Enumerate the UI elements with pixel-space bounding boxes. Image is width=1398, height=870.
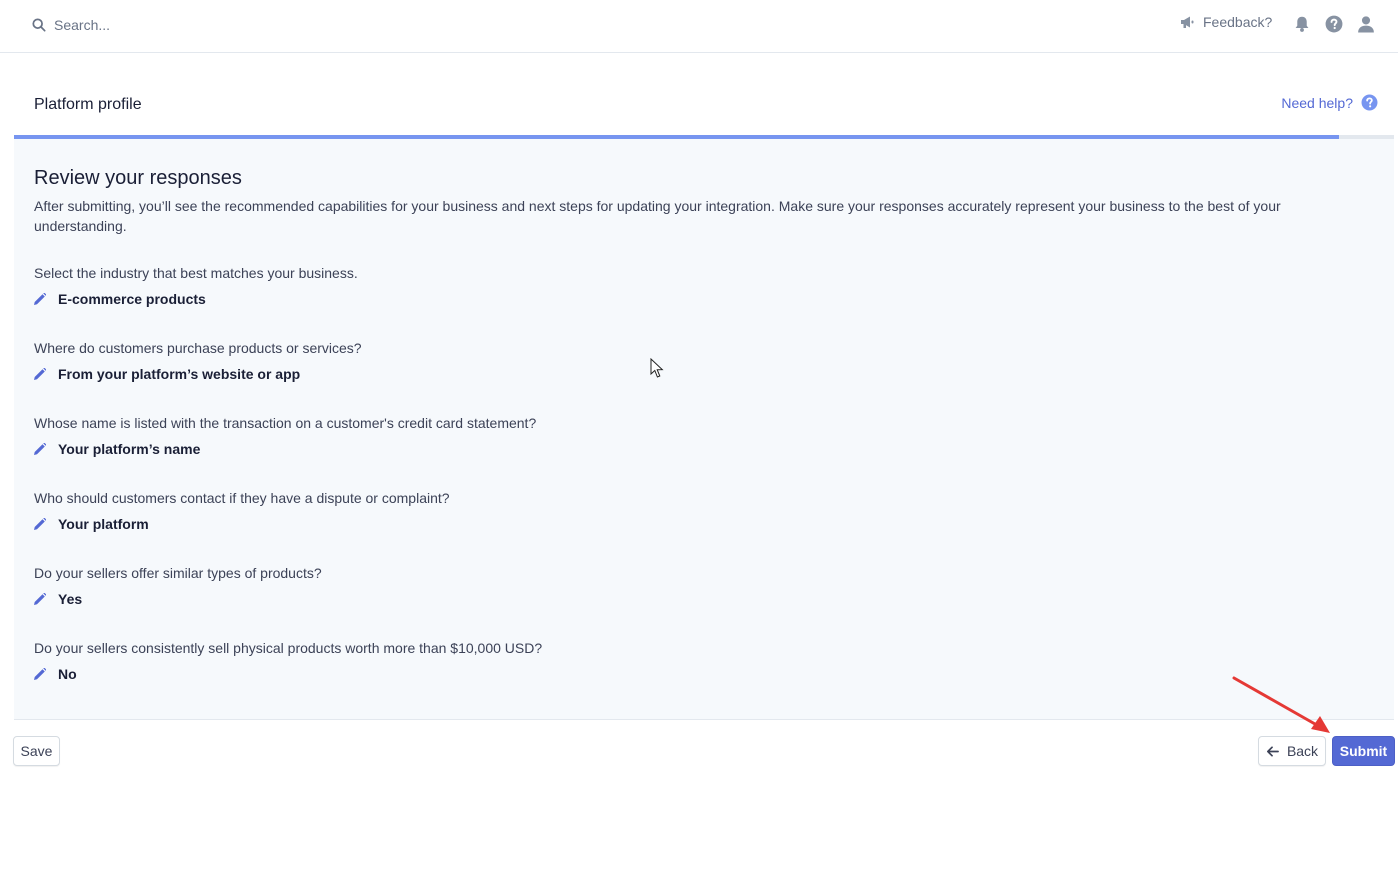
help-icon[interactable] xyxy=(1325,15,1343,33)
pencil-icon xyxy=(34,443,46,455)
review-panel: Review your responses After submitting, … xyxy=(14,139,1394,720)
submit-button[interactable]: Submit xyxy=(1332,736,1395,766)
answer-edit[interactable]: From your platform’s website or app xyxy=(34,366,1034,382)
user-icon[interactable] xyxy=(1357,15,1375,33)
answer-text: No xyxy=(58,666,77,682)
answer-edit[interactable]: No xyxy=(34,666,1034,682)
bell-icon[interactable] xyxy=(1293,15,1311,33)
answer-text: Your platform xyxy=(58,516,149,532)
pencil-icon xyxy=(34,593,46,605)
help-icon xyxy=(1361,94,1378,111)
page-title: Platform profile xyxy=(34,96,142,113)
annotation-arrow xyxy=(1232,676,1330,733)
search-bar xyxy=(32,15,354,35)
pencil-icon xyxy=(34,368,46,380)
megaphone-icon xyxy=(1181,16,1194,28)
review-title: Review your responses xyxy=(34,167,242,189)
question-item: Do your sellers offer similar types of p… xyxy=(34,564,1034,607)
answer-edit[interactable]: E-commerce products xyxy=(34,291,1034,307)
review-description: After submitting, you’ll see the recomme… xyxy=(34,198,1281,234)
answer-edit[interactable]: Your platform’s name xyxy=(34,441,1034,457)
search-input[interactable] xyxy=(54,17,354,33)
save-button[interactable]: Save xyxy=(13,736,60,766)
question-item: Whose name is listed with the transactio… xyxy=(34,414,1034,457)
back-button[interactable]: Back xyxy=(1258,736,1326,766)
pencil-icon xyxy=(34,518,46,530)
question-item: Who should customers contact if they hav… xyxy=(34,489,1034,532)
question-text: Select the industry that best matches yo… xyxy=(34,265,358,281)
need-help-link[interactable]: Need help? xyxy=(1281,94,1378,111)
arrow-left-icon xyxy=(1266,745,1279,757)
question-text: Where do customers purchase products or … xyxy=(34,340,362,356)
feedback-button[interactable]: Feedback? xyxy=(1179,14,1272,30)
answer-edit[interactable]: Yes xyxy=(34,591,1034,607)
question-text: Whose name is listed with the transactio… xyxy=(34,415,537,431)
question-text: Who should customers contact if they hav… xyxy=(34,490,450,506)
search-icon xyxy=(32,18,46,32)
question-text: Do your sellers offer similar types of p… xyxy=(34,565,322,581)
question-item: Select the industry that best matches yo… xyxy=(34,264,1034,307)
answer-text: From your platform’s website or app xyxy=(58,366,301,382)
question-item: Where do customers purchase products or … xyxy=(34,339,1034,382)
answer-text: E-commerce products xyxy=(58,291,206,307)
back-label: Back xyxy=(1286,743,1319,759)
answer-edit[interactable]: Your platform xyxy=(34,516,1034,532)
card-header: Platform profile Need help? xyxy=(14,53,1394,135)
answer-text: Yes xyxy=(58,591,83,607)
question-text: Do your sellers consistently sell physic… xyxy=(34,640,543,656)
need-help-label: Need help? xyxy=(1281,94,1353,111)
top-bar: Feedback? xyxy=(0,0,1398,53)
question-item: Do your sellers consistently sell physic… xyxy=(34,639,1034,682)
feedback-label: Feedback? xyxy=(1203,14,1273,30)
pencil-icon xyxy=(34,668,46,680)
answer-text: Your platform’s name xyxy=(58,441,201,457)
mouse-cursor-icon xyxy=(650,358,664,378)
pencil-icon xyxy=(34,293,46,305)
